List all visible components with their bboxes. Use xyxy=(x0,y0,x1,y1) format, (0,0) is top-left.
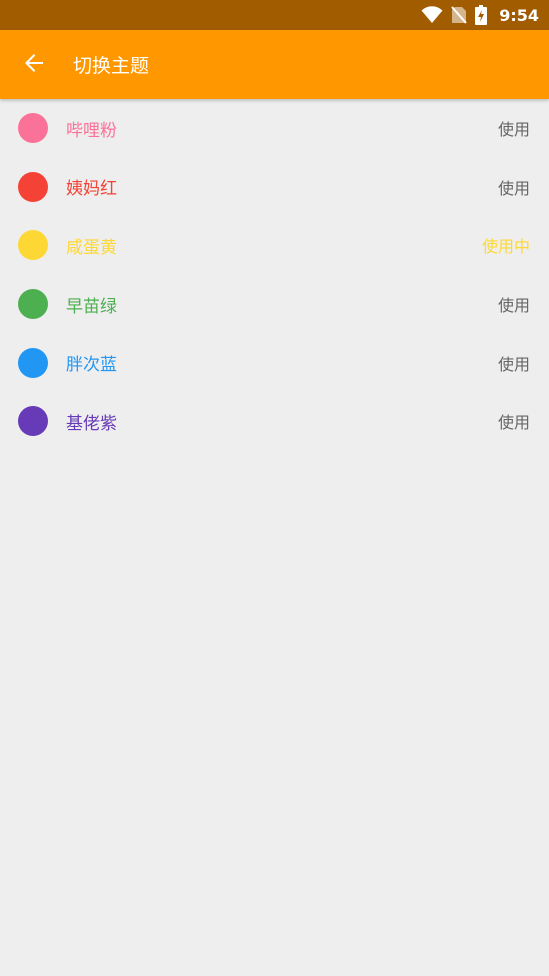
theme-color-swatch xyxy=(18,289,48,320)
wifi-icon xyxy=(421,6,443,24)
theme-color-swatch xyxy=(18,406,48,437)
theme-item[interactable]: 咸蛋黄 使用中 xyxy=(0,216,549,275)
use-theme-button[interactable]: 使用 xyxy=(498,351,530,375)
page-title: 切换主题 xyxy=(73,55,150,77)
theme-name: 早苗绿 xyxy=(66,296,117,317)
use-theme-button[interactable]: 使用 xyxy=(498,409,530,433)
theme-list: 哔哩粉 使用 姨妈红 使用 咸蛋黄 使用中 早苗绿 使用 胖次蓝 使用 基佬紫 … xyxy=(0,99,549,451)
theme-name: 胖次蓝 xyxy=(66,355,117,376)
use-theme-button[interactable]: 使用 xyxy=(498,292,530,316)
theme-item[interactable]: 基佬紫 使用 xyxy=(0,392,549,451)
theme-name: 基佬紫 xyxy=(66,413,117,434)
theme-item[interactable]: 哔哩粉 使用 xyxy=(0,99,549,158)
theme-color-swatch xyxy=(18,230,48,261)
arrow-back-icon xyxy=(23,52,45,78)
theme-color-swatch xyxy=(18,113,48,144)
back-button[interactable] xyxy=(17,48,51,82)
app-bar: 切换主题 xyxy=(0,30,549,99)
use-theme-button[interactable]: 使用中 xyxy=(482,233,530,257)
status-bar: 9:54 xyxy=(0,0,549,30)
use-theme-button[interactable]: 使用 xyxy=(498,175,530,199)
theme-name: 咸蛋黄 xyxy=(66,237,117,258)
theme-color-swatch xyxy=(18,171,48,202)
theme-item[interactable]: 胖次蓝 使用 xyxy=(0,333,549,392)
theme-item[interactable]: 早苗绿 使用 xyxy=(0,275,549,334)
no-sim-icon xyxy=(451,6,467,24)
theme-color-swatch xyxy=(18,347,48,378)
theme-item[interactable]: 姨妈红 使用 xyxy=(0,158,549,217)
theme-name: 哔哩粉 xyxy=(66,120,117,141)
clock: 9:54 xyxy=(499,5,539,25)
use-theme-button[interactable]: 使用 xyxy=(498,116,530,140)
theme-name: 姨妈红 xyxy=(66,179,117,200)
battery-charging-icon xyxy=(475,5,488,25)
